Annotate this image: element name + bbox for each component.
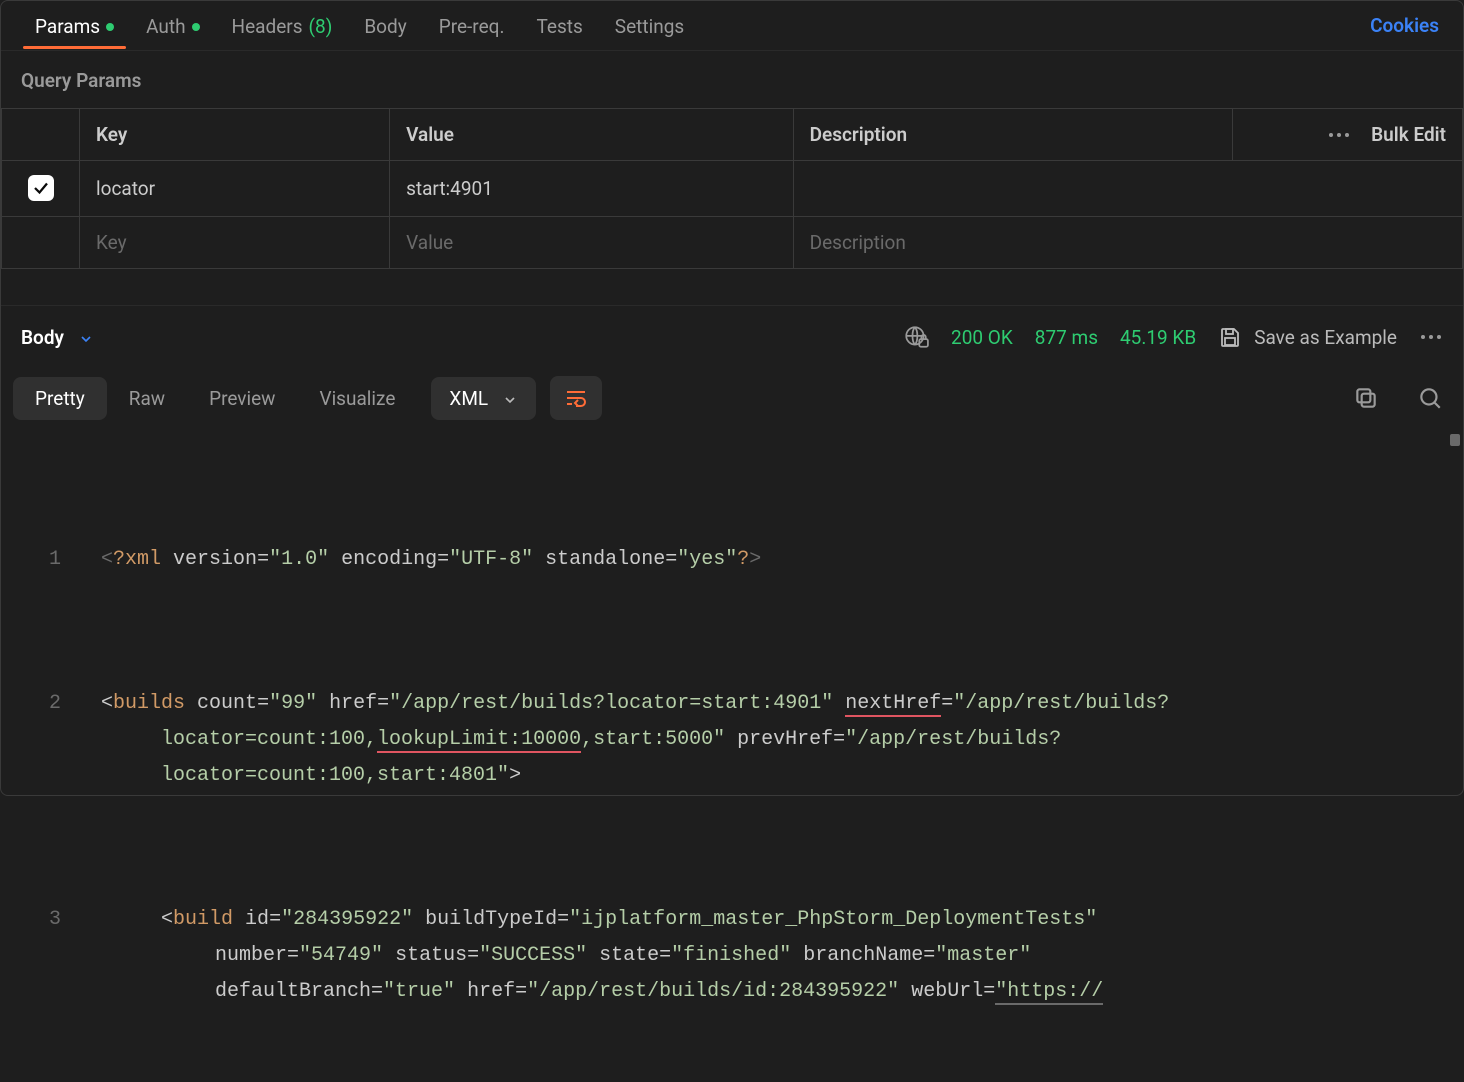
cookies-link[interactable]: Cookies (1370, 14, 1445, 37)
response-body: 1 <?xml version="1.0" encoding="UTF-8" s… (1, 430, 1463, 1082)
table-row-new: Key Value Description (2, 217, 1463, 269)
status-code: 200 OK (951, 326, 1013, 349)
code-view[interactable]: 1 <?xml version="1.0" encoding="UTF-8" s… (1, 434, 1443, 1082)
code-line: 3 <build id="284395922" buildTypeId="ijp… (1, 902, 1443, 1010)
more-icon (1421, 335, 1441, 339)
tab-params-label: Params (35, 15, 100, 38)
response-bar: Body 200 OK 877 ms 45.19 KB Save as Exam… (1, 305, 1463, 368)
format-select[interactable]: XML (431, 377, 536, 420)
save-example-label: Save as Example (1254, 326, 1397, 349)
active-dot-icon (106, 23, 114, 31)
globe-lock-icon (903, 324, 929, 350)
copy-icon (1353, 385, 1379, 411)
check-icon (32, 179, 50, 197)
tab-headers-count: (8) (309, 15, 333, 38)
response-more-button[interactable] (1419, 325, 1443, 349)
active-dot-icon (192, 23, 200, 31)
section-title: Query Params (1, 51, 1463, 108)
wrap-icon (564, 386, 588, 410)
tab-body-label: Body (364, 15, 406, 38)
viewtab-pretty[interactable]: Pretty (13, 377, 107, 420)
line-number: 3 (1, 902, 101, 1010)
col-description: Description (793, 109, 1232, 161)
pretty-raw-segment: Pretty Raw Preview Visualize (13, 377, 417, 420)
row-description-cell[interactable] (793, 161, 1462, 217)
new-value-input[interactable]: Value (390, 217, 794, 269)
table-row: locator start:4901 (2, 161, 1463, 217)
col-checkbox (2, 109, 80, 161)
row-checkbox[interactable] (28, 175, 54, 201)
tab-auth[interactable]: Auth (130, 3, 215, 48)
new-key-input[interactable]: Key (80, 217, 390, 269)
response-view-dropdown[interactable]: Body (21, 326, 94, 349)
new-description-input[interactable]: Description (793, 217, 1462, 269)
line-number: 2 (1, 686, 101, 794)
col-value: Value (390, 109, 794, 161)
viewtab-raw[interactable]: Raw (107, 377, 187, 420)
code-line: 2 <builds count="99" href="/app/rest/bui… (1, 686, 1443, 794)
tab-headers-label: Headers (232, 15, 303, 38)
response-size: 45.19 KB (1120, 326, 1196, 349)
viewtab-preview[interactable]: Preview (187, 377, 297, 420)
save-icon (1218, 325, 1242, 349)
format-label: XML (449, 387, 488, 410)
save-example-button[interactable]: Save as Example (1218, 325, 1397, 349)
search-icon (1417, 385, 1443, 411)
response-view-label: Body (21, 326, 64, 349)
more-icon[interactable] (1329, 133, 1349, 137)
line-number: 1 (1, 542, 101, 578)
tab-body[interactable]: Body (348, 3, 422, 48)
tab-headers[interactable]: Headers (8) (216, 3, 349, 48)
copy-button[interactable] (1353, 385, 1379, 411)
tab-settings[interactable]: Settings (599, 3, 700, 48)
tab-params[interactable]: Params (19, 3, 130, 48)
request-tabs: Params Auth Headers (8) Body Pre-req. Te… (1, 1, 1463, 51)
col-key: Key (80, 109, 390, 161)
viewtab-visualize[interactable]: Visualize (297, 377, 417, 420)
code-line: 1 <?xml version="1.0" encoding="UTF-8" s… (1, 542, 1443, 578)
tab-auth-label: Auth (146, 15, 185, 38)
chevron-down-icon (502, 390, 518, 406)
response-time: 877 ms (1035, 326, 1098, 349)
tab-tests[interactable]: Tests (520, 3, 598, 48)
response-view-bar: Pretty Raw Preview Visualize XML (1, 368, 1463, 430)
query-params-table: Key Value Description Bulk Edit locator … (1, 108, 1463, 269)
row-key-cell[interactable]: locator (80, 161, 390, 217)
tab-prereq[interactable]: Pre-req. (423, 3, 521, 48)
chevron-down-icon (78, 329, 94, 345)
bulk-edit-link[interactable]: Bulk Edit (1371, 123, 1446, 146)
row-value-cell[interactable]: start:4901 (390, 161, 794, 217)
tab-tests-label: Tests (536, 15, 582, 38)
tab-settings-label: Settings (615, 15, 684, 38)
tab-prereq-label: Pre-req. (439, 15, 505, 38)
scrollbar-thumb[interactable] (1450, 434, 1460, 446)
wrap-lines-button[interactable] (550, 376, 602, 420)
col-actions: Bulk Edit (1233, 109, 1463, 161)
search-button[interactable] (1417, 385, 1443, 411)
col-description-label: Description (810, 123, 907, 146)
